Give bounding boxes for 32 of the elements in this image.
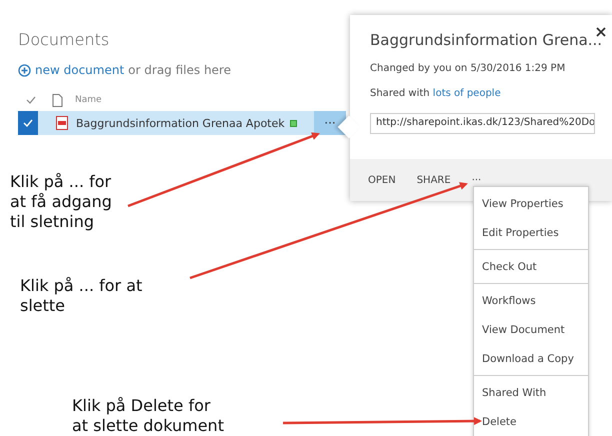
drag-hint: or drag files here	[128, 63, 231, 77]
menu-item[interactable]: Check Out	[474, 252, 588, 281]
column-header[interactable]: Name	[75, 95, 102, 105]
changed-info: Changed by you on 5/30/2016 1:29 PM	[370, 63, 566, 74]
file-name[interactable]: Baggrundsinformation Grenaa Apotek	[76, 116, 285, 130]
menu-item[interactable]: Download a Copy	[474, 344, 588, 373]
new-document-link[interactable]: new document	[35, 63, 124, 77]
callout-action[interactable]: ···	[472, 174, 482, 186]
shared-label: Shared with	[370, 88, 430, 99]
row-checkbox[interactable]	[18, 111, 38, 135]
document-row[interactable]: Baggrundsinformation Grenaa Apotek ···	[18, 111, 346, 135]
annotation-text: Klik på Delete for at slette dokument	[72, 396, 224, 436]
callout-action[interactable]: OPEN	[368, 174, 396, 186]
pdf-file-icon	[56, 116, 68, 130]
document-icon	[52, 94, 63, 106]
annotation-text: Klik på ... for at få adgang til sletning	[10, 172, 112, 232]
menu-item[interactable]: View Properties	[474, 189, 588, 218]
shared-link[interactable]: lots of people	[432, 88, 501, 99]
library-title: Documents	[18, 30, 110, 49]
menu-item[interactable]: Shared With	[474, 378, 588, 407]
callout-action[interactable]: SHARE	[416, 174, 451, 186]
callout-title: Baggrundsinformation Grena...	[370, 31, 600, 49]
menu-item[interactable]: Delete	[474, 407, 588, 436]
add-icon	[18, 64, 31, 76]
annotation-text: Klik på ... for at slette	[20, 276, 142, 316]
more-options-button[interactable]: ···	[314, 111, 346, 135]
new-item-icon	[290, 120, 297, 126]
check-icon	[23, 119, 33, 127]
menu-item[interactable]: Edit Properties	[474, 218, 588, 247]
check-icon[interactable]	[26, 96, 36, 104]
menu-item[interactable]: View Document	[474, 315, 588, 344]
menu-item[interactable]: Workflows	[474, 286, 588, 315]
